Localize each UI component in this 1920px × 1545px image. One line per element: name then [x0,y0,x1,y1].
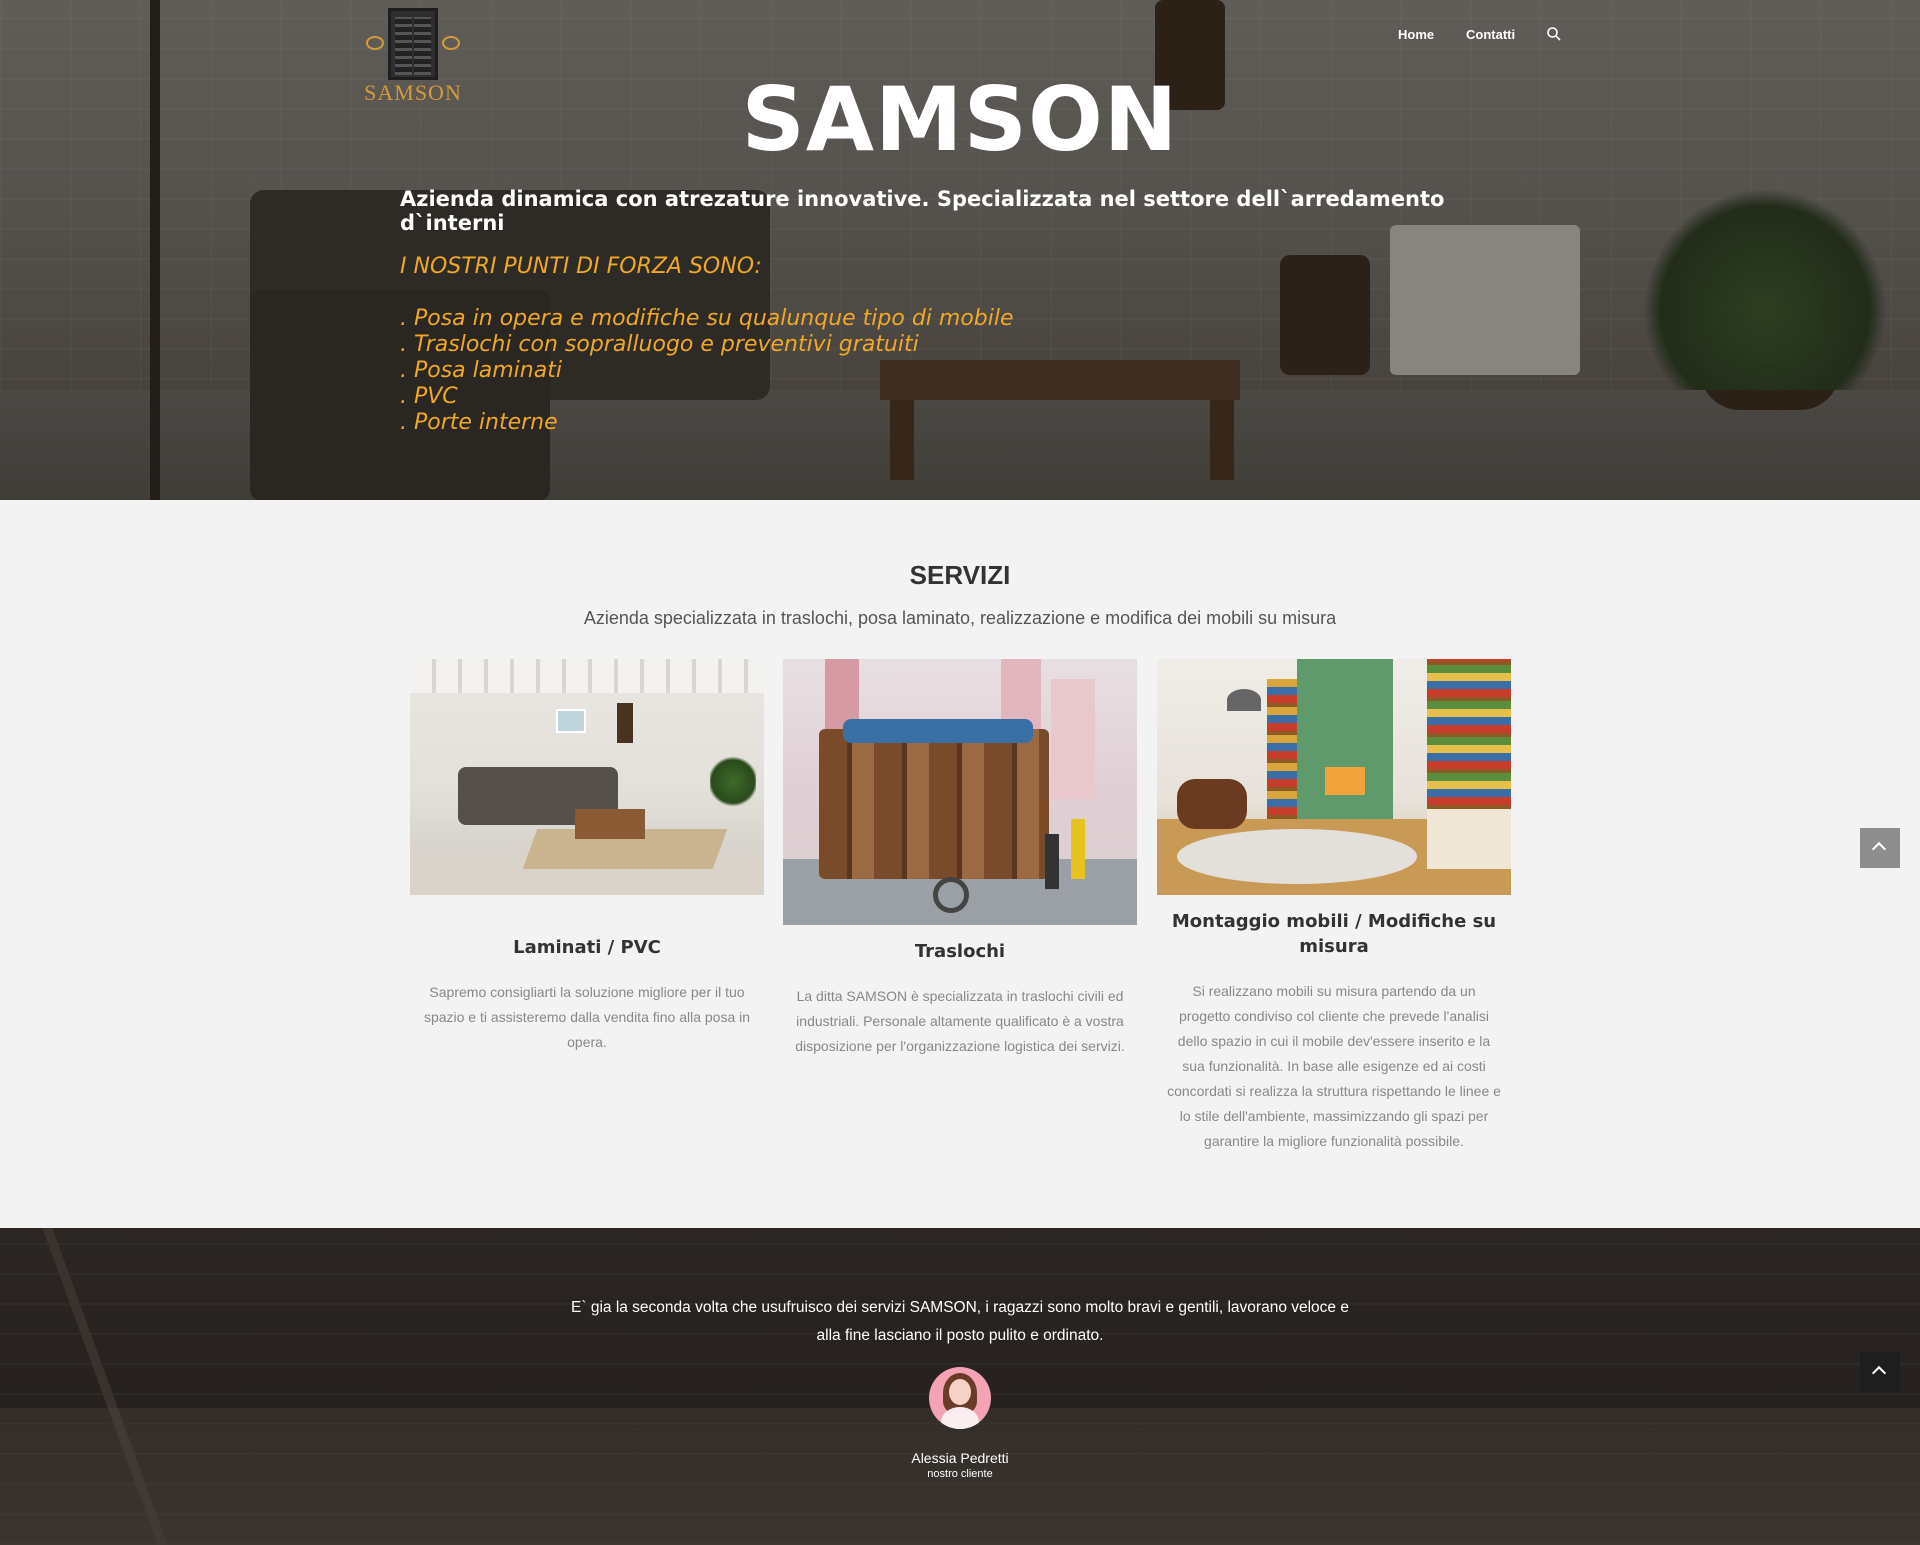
services-title: SERVIZI [909,560,1011,590]
testimonial-role: nostro cliente [927,1468,993,1480]
service-image-moving-cart [783,659,1137,925]
service-image-living-room [410,659,764,895]
nav-contatti[interactable]: Contatti [1466,27,1515,42]
nav-home[interactable]: Home [1398,27,1434,42]
strength-item: . Posa in opera e modifiche su qualunque… [400,306,1014,331]
service-text: Sapremo consigliarti la soluzione miglio… [423,984,751,1050]
service-card-laminati: Laminati / PVC Sapremo consigliarti la s… [410,659,764,1055]
hero-subtitle: Azienda dinamica con atrezature innovati… [400,187,1445,235]
strength-item: . PVC [400,384,458,409]
strengths-heading: I NOSTRI PUNTI DI FORZA SONO: [400,254,762,279]
service-title: Montaggio mobili / Modifiche su misura [1171,911,1497,957]
service-text: La ditta SAMSON è specializzata in trasl… [795,988,1125,1054]
strength-item: . Traslochi con sopralluogo e preventivi… [400,332,919,357]
strength-item: . Porte interne [400,410,558,435]
services-subtitle: Azienda specializzata in traslochi, posa… [583,608,1337,628]
chevron-up-icon [1871,1365,1887,1381]
strengths-list: I NOSTRI PUNTI DI FORZA SONO: . Posa in … [400,254,1200,436]
testimonial-quote: E` gia la seconda volta che usufruisco d… [571,1299,1349,1344]
hero-title: SAMSON [741,68,1179,171]
chevron-up-icon [1871,841,1887,857]
hero-section: SAMSON Home Contatti SAMSON Azienda dina… [0,0,1920,500]
scroll-top-button-dark[interactable] [1860,1352,1900,1392]
avatar [929,1367,991,1429]
scroll-top-button[interactable] [1860,828,1900,868]
ornament-icon [366,36,384,50]
strength-item: . Posa laminati [400,358,562,383]
ornament-icon [442,36,460,50]
testimonial-section: E` gia la seconda volta che usufruisco d… [0,1228,1920,1545]
service-text: Si realizzano mobili su misura partendo … [1167,983,1501,1149]
service-card-montaggio: Montaggio mobili / Modifiche su misura S… [1157,659,1511,1154]
service-card-traslochi: Traslochi La ditta SAMSON è specializzat… [783,659,1137,1059]
search-icon[interactable] [1546,26,1562,42]
services-section: SERVIZI Azienda specializzata in trasloc… [0,500,1920,1228]
service-image-library-room [1157,659,1511,895]
service-title: Laminati / PVC [513,937,661,958]
testimonial-author: Alessia Pedretti [911,1450,1009,1466]
main-nav: Home Contatti [1380,26,1590,46]
service-title: Traslochi [914,941,1006,962]
page: SAMSON Home Contatti SAMSON Azienda dina… [0,0,1920,1545]
